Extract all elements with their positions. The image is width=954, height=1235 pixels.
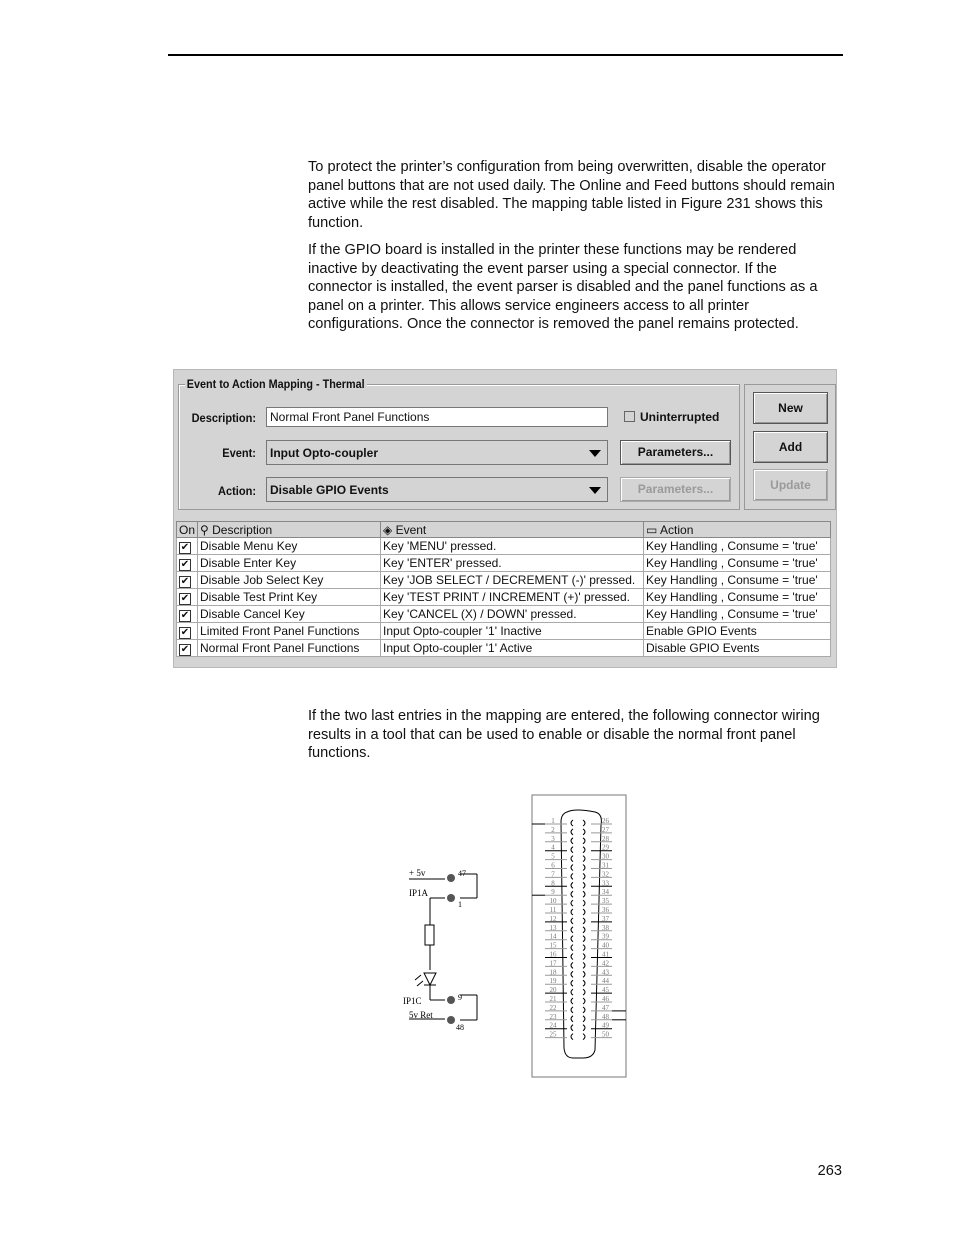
on-cell[interactable]: ✔ <box>175 588 199 606</box>
header-label: Description <box>212 522 273 537</box>
description-cell: Disable Cancel Key <box>197 605 382 623</box>
on-cell[interactable]: ✔ <box>175 639 199 657</box>
table-row[interactable]: ✔ Disable Job Select Key Key 'JOB SELECT… <box>175 571 831 589</box>
node-label: 48 <box>456 1023 464 1032</box>
header-label: Action <box>660 522 694 537</box>
event-cell: Key 'ENTER' pressed. <box>380 554 645 572</box>
table-row[interactable]: ✔ Disable Menu Key Key 'MENU' pressed. K… <box>175 537 831 555</box>
mapping-group: Event to Action Mapping - Thermal Descri… <box>178 377 740 510</box>
add-button[interactable]: Add <box>753 431 828 463</box>
event-cell: Key 'JOB SELECT / DECREMENT (-)' pressed… <box>380 571 645 589</box>
page-number: 263 <box>817 1163 842 1179</box>
event-cell: Key 'MENU' pressed. <box>380 537 645 555</box>
terminal-node <box>447 996 455 1004</box>
event-cell: Input Opto-coupler '1' Active <box>380 639 645 657</box>
enabled-checkbox[interactable]: ✔ <box>179 575 191 588</box>
action-icon: ▭ <box>646 522 661 537</box>
event-cell: Input Opto-coupler '1' Inactive <box>380 622 645 640</box>
action-cell: Key Handling , Consume = 'true' <box>643 554 831 572</box>
uninterrupted-checkbox[interactable] <box>624 411 635 422</box>
event-cell: Key 'TEST PRINT / INCREMENT (+)' pressed… <box>380 588 645 606</box>
column-header-event[interactable]: ◈ Event <box>380 521 645 538</box>
tree-icon: ⚲ <box>200 522 213 537</box>
event-label: Event: <box>222 446 256 460</box>
description-cell: Disable Job Select Key <box>197 571 382 589</box>
column-header-action[interactable]: ▭ Action <box>643 521 831 538</box>
event-parameters-button[interactable]: Parameters... <box>620 440 731 465</box>
on-cell[interactable]: ✔ <box>175 554 199 572</box>
node-label: 1 <box>458 900 462 909</box>
event-dropdown[interactable]: Input Opto-coupler <box>266 440 608 465</box>
description-cell: Normal Front Panel Functions <box>197 639 382 657</box>
enabled-checkbox[interactable]: ✔ <box>179 592 191 605</box>
new-button[interactable]: New <box>753 392 828 424</box>
action-cell: Disable GPIO Events <box>643 639 831 657</box>
action-cell: Key Handling , Consume = 'true' <box>643 588 831 606</box>
enabled-checkbox[interactable]: ✔ <box>179 626 191 639</box>
description-input[interactable]: Normal Front Panel Functions <box>266 407 608 427</box>
action-cell: Key Handling , Consume = 'true' <box>643 537 831 555</box>
header-label: Event <box>395 522 427 537</box>
node-label: 9 <box>458 993 462 1002</box>
paragraph-1: To protect the printer’s configuration f… <box>308 159 835 231</box>
description-cell: Disable Test Print Key <box>197 588 382 606</box>
mapping-table: On ⚲ Description ◈ Event ▭ Action ✔ Disa… <box>175 521 831 657</box>
event-cell: Key 'CANCEL (X) / DOWN' pressed. <box>380 605 645 623</box>
label-ip1c: IP1C <box>403 996 422 1006</box>
mapping-dialog-screenshot: Event to Action Mapping - Thermal Descri… <box>173 369 837 668</box>
action-value: Disable GPIO Events <box>270 483 389 497</box>
table-row[interactable]: ✔ Limited Front Panel Functions Input Op… <box>175 622 831 640</box>
enabled-checkbox[interactable]: ✔ <box>179 609 191 622</box>
terminal-node <box>447 874 455 882</box>
on-cell[interactable]: ✔ <box>175 605 199 623</box>
table-row[interactable]: ✔ Disable Test Print Key Key 'TEST PRINT… <box>175 588 831 606</box>
enabled-checkbox[interactable]: ✔ <box>179 643 191 656</box>
action-dropdown[interactable]: Disable GPIO Events <box>266 477 608 502</box>
on-cell[interactable]: ✔ <box>175 571 199 589</box>
led-symbol <box>423 972 437 987</box>
action-cell: Enable GPIO Events <box>643 622 831 640</box>
table-row[interactable]: ✔ Normal Front Panel Functions Input Opt… <box>175 639 831 657</box>
description-cell: Limited Front Panel Functions <box>197 622 382 640</box>
column-header-on[interactable]: On <box>175 521 199 538</box>
resistor-symbol <box>424 924 435 946</box>
light-emission-icon <box>414 974 424 987</box>
paragraph-3: If the two last entries in the mapping a… <box>308 708 820 762</box>
column-header-description[interactable]: ⚲ Description <box>197 521 382 538</box>
on-cell[interactable]: ✔ <box>175 537 199 555</box>
terminal-node <box>447 1016 455 1024</box>
chevron-down-icon <box>589 450 601 457</box>
table-row[interactable]: ✔ Disable Enter Key Key 'ENTER' pressed.… <box>175 554 831 572</box>
d-sub-shell <box>560 809 602 1059</box>
action-cell: Key Handling , Consume = 'true' <box>643 571 831 589</box>
table-row[interactable]: ✔ Disable Cancel Key Key 'CANCEL (X) / D… <box>175 605 831 623</box>
description-cell: Disable Enter Key <box>197 554 382 572</box>
header-rule <box>168 54 843 56</box>
document-page: To protect the printer’s configuration f… <box>0 0 954 1235</box>
node-label: 47 <box>458 869 466 878</box>
description-label: Description: <box>191 411 256 425</box>
button-panel: New Add Update <box>744 384 836 510</box>
description-cell: Disable Menu Key <box>197 537 382 555</box>
event-value: Input Opto-coupler <box>270 446 378 460</box>
label-5v-ret: 5v Ret <box>409 1010 433 1020</box>
uninterrupted-label: Uninterrupted <box>640 410 720 424</box>
diamond-icon: ◈ <box>383 522 396 537</box>
label-ip1a: IP1A <box>409 888 429 898</box>
group-title: Event to Action Mapping - Thermal <box>185 377 367 391</box>
terminal-node <box>447 894 455 902</box>
action-cell: Key Handling , Consume = 'true' <box>643 605 831 623</box>
update-button[interactable]: Update <box>753 469 828 501</box>
paragraph-2: If the GPIO board is installed in the pr… <box>308 242 818 333</box>
enabled-checkbox[interactable]: ✔ <box>179 558 191 571</box>
chevron-down-icon <box>589 487 601 494</box>
connector-wiring-diagram: 1234567891011121314151617181920212223242… <box>403 794 627 1078</box>
label-plus-5v: + 5v <box>409 868 426 878</box>
on-cell[interactable]: ✔ <box>175 622 199 640</box>
action-parameters-button[interactable]: Parameters... <box>620 477 731 502</box>
action-label: Action: <box>217 484 256 498</box>
enabled-checkbox[interactable]: ✔ <box>179 541 191 554</box>
